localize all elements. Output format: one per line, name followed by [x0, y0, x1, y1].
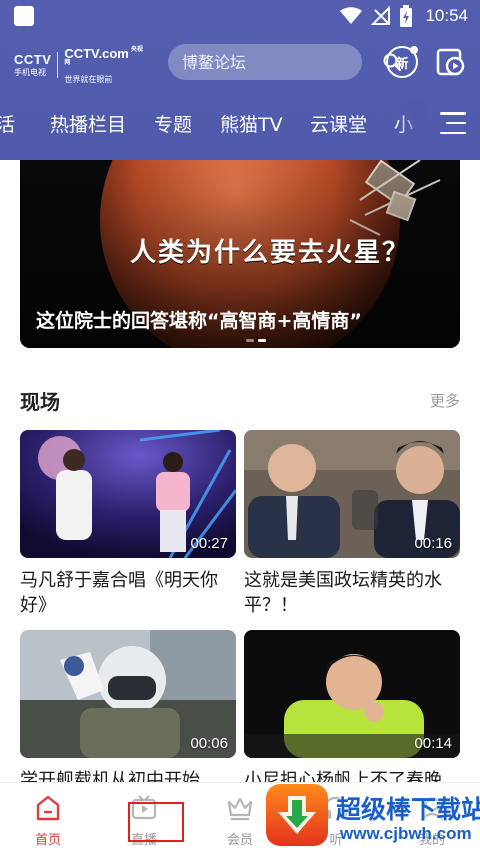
tabs-fade — [396, 100, 426, 144]
tab-hot-columns[interactable]: 热播栏目 — [50, 110, 126, 137]
news-dot-icon — [410, 46, 418, 54]
video-title[interactable]: 这就是美国政坛精英的水平？！ — [244, 568, 460, 618]
more-link[interactable]: 更多 — [430, 390, 460, 411]
logo-cctv-com: CCTV.com 央视网 世界就在眼前 — [64, 47, 144, 84]
video-card[interactable]: 00:16 这就是美国政坛精英的水平？！ — [244, 430, 460, 618]
video-card[interactable]: 00:06 学开舰载机从初中开始 — [20, 630, 236, 793]
live-highlight-box — [128, 802, 184, 842]
search-input[interactable] — [182, 52, 382, 72]
video-duration: 00:06 — [190, 735, 228, 752]
home-icon — [36, 795, 60, 821]
logo-divider — [57, 52, 59, 78]
nav-home[interactable]: 首页 — [18, 793, 78, 848]
video-thumbnail[interactable]: 00:27 — [20, 430, 236, 558]
video-title[interactable]: 马凡舒于嘉合唱《明天你好》 — [20, 568, 236, 618]
tab-topics[interactable]: 专题 — [154, 110, 192, 137]
crown-icon — [227, 797, 253, 821]
tab-cloud-class[interactable]: 云课堂 — [310, 110, 367, 137]
menu-icon[interactable] — [440, 112, 466, 134]
watermark-text: 超级棒下载站 — [336, 795, 480, 824]
carousel-indicator — [246, 339, 266, 342]
app-screen: 10:54 CCTV 手机电视 CCTV.com 央视网 世界就在眼前 博鳌论坛… — [0, 0, 480, 853]
channel-tabs: 活 热播栏目 专题 熊猫TV 云课堂 小 — [0, 100, 480, 144]
video-duration: 00:16 — [414, 535, 452, 552]
news-label: 新 — [395, 56, 409, 72]
notification-icon — [14, 6, 34, 26]
news-button[interactable]: 新 — [386, 46, 418, 78]
carousel-dot — [246, 339, 254, 342]
banner-carousel[interactable]: 人类为什么要去火星？ 这位院士的回答堪称“高智商+高情商” — [20, 160, 460, 348]
play-history-icon — [436, 48, 465, 76]
logo-brand-1-sub: 手机电视 — [14, 68, 46, 77]
logo-brand-2: CCTV.com 央视网 — [64, 47, 144, 73]
play-history-button[interactable] — [434, 46, 466, 78]
clock: 10:54 — [425, 6, 468, 25]
logo-cctv-mobile: CCTV 手机电视 — [14, 53, 51, 77]
logo-brand-1: CCTV — [14, 52, 52, 67]
battery-icon — [400, 5, 413, 27]
cctv-logo[interactable]: CCTV 手机电视 CCTV.com 央视网 世界就在眼前 — [14, 47, 144, 84]
logo-brand-2-text: CCTV.com — [64, 45, 129, 61]
download-arrow-icon — [278, 796, 316, 834]
search-bar[interactable] — [168, 44, 402, 80]
carousel-dot-active — [258, 339, 266, 342]
wifi-icon — [340, 7, 363, 24]
no-signal-icon — [371, 6, 391, 25]
banner-title: 人类为什么要去火星？ — [130, 238, 411, 268]
top-bar: CCTV 手机电视 CCTV.com 央视网 世界就在眼前 博鳌论坛 新 — [0, 40, 480, 86]
video-thumbnail[interactable]: 00:06 — [20, 630, 236, 758]
watermark-url: www.cjbwh.com — [340, 824, 472, 843]
tab-life[interactable]: 活 — [0, 110, 15, 137]
banner-caption: 这位院士的回答堪称“高智商+高情商” — [36, 310, 362, 332]
nav-home-label: 首页 — [34, 833, 61, 848]
video-duration: 00:14 — [414, 735, 452, 752]
nav-member[interactable]: 会员 — [210, 793, 270, 848]
video-card[interactable]: 00:14 小尼担心杨帆上不了春晚 — [244, 630, 460, 793]
nav-member-label: 会员 — [226, 833, 253, 848]
video-thumbnail[interactable]: 00:14 — [244, 630, 460, 758]
watermark-logo — [266, 784, 328, 846]
video-thumbnail[interactable]: 00:16 — [244, 430, 460, 558]
video-card[interactable]: 00:27 马凡舒于嘉合唱《明天你好》 — [20, 430, 236, 618]
status-bar: 10:54 — [0, 0, 480, 32]
status-icons: 10:54 — [339, 4, 468, 28]
logo-brand-2-sub: 世界就在眼前 — [64, 74, 113, 84]
section-title: 现场 — [20, 390, 60, 414]
tab-panda-tv[interactable]: 熊猫TV — [220, 110, 283, 137]
video-duration: 00:27 — [190, 535, 228, 552]
header: 10:54 CCTV 手机电视 CCTV.com 央视网 世界就在眼前 博鳌论坛… — [0, 0, 480, 160]
